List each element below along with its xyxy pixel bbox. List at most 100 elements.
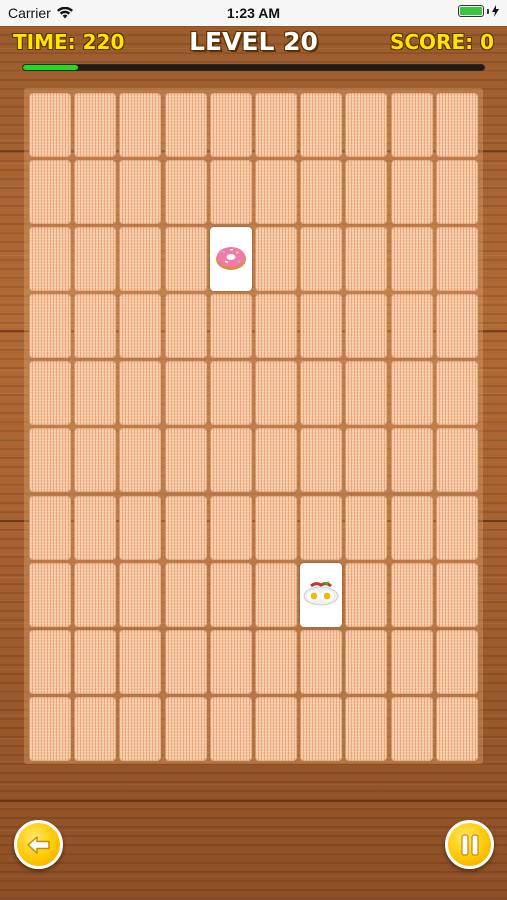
card-face-down[interactable] [164, 361, 207, 426]
card-face-down[interactable] [209, 696, 252, 761]
card-face-down[interactable] [435, 294, 478, 359]
card-face-down[interactable] [435, 160, 478, 225]
revealed-card[interactable] [300, 562, 343, 627]
card-face-down[interactable] [119, 562, 162, 627]
card-face-down[interactable] [254, 629, 297, 694]
card-face-down[interactable] [74, 629, 117, 694]
card-face-down[interactable] [345, 294, 388, 359]
card-face-down[interactable] [164, 93, 207, 157]
card-face-down[interactable] [29, 361, 71, 426]
card-face-down[interactable] [435, 428, 478, 493]
card-face-down[interactable] [29, 227, 71, 292]
pause-button[interactable] [445, 820, 494, 869]
card-face-down[interactable] [390, 562, 433, 627]
card-face-down[interactable] [119, 696, 162, 761]
card-face-down[interactable] [164, 629, 207, 694]
card-face-down[interactable] [29, 629, 71, 694]
card-face-down[interactable] [209, 294, 252, 359]
card-face-down[interactable] [435, 562, 478, 627]
revealed-card[interactable] [209, 227, 252, 292]
card-face-down[interactable] [300, 629, 343, 694]
card-face-down[interactable] [209, 562, 252, 627]
card-face-down[interactable] [390, 361, 433, 426]
card-face-down[interactable] [119, 93, 162, 157]
card-face-down[interactable] [435, 361, 478, 426]
card-face-down[interactable] [119, 361, 162, 426]
card-face-down[interactable] [119, 428, 162, 493]
card-face-down[interactable] [254, 160, 297, 225]
card-face-down[interactable] [164, 294, 207, 359]
card-face-down[interactable] [29, 562, 71, 627]
card-face-down[interactable] [164, 495, 207, 560]
card-face-down[interactable] [345, 361, 388, 426]
card-face-down[interactable] [300, 294, 343, 359]
card-face-down[interactable] [74, 428, 117, 493]
card-face-down[interactable] [74, 495, 117, 560]
card-face-down[interactable] [209, 160, 252, 225]
card-face-down[interactable] [119, 495, 162, 560]
card-face-down[interactable] [254, 227, 297, 292]
card-face-down[interactable] [164, 428, 207, 493]
card-face-down[interactable] [435, 227, 478, 292]
back-button[interactable] [14, 820, 63, 869]
card-face-down[interactable] [345, 227, 388, 292]
card-face-down[interactable] [390, 495, 433, 560]
card-face-down[interactable] [164, 227, 207, 292]
card-face-down[interactable] [119, 160, 162, 225]
card-face-down[interactable] [119, 294, 162, 359]
card-face-down[interactable] [119, 227, 162, 292]
card-face-down[interactable] [435, 495, 478, 560]
card-face-down[interactable] [164, 160, 207, 225]
card-face-down[interactable] [254, 93, 297, 157]
card-face-down[interactable] [209, 361, 252, 426]
card-face-down[interactable] [390, 93, 433, 157]
card-face-down[interactable] [345, 495, 388, 560]
card-face-down[interactable] [345, 629, 388, 694]
card-face-down[interactable] [254, 495, 297, 560]
card-face-down[interactable] [345, 93, 388, 157]
card-face-down[interactable] [300, 361, 343, 426]
card-face-down[interactable] [209, 93, 252, 157]
card-face-down[interactable] [29, 294, 71, 359]
card-face-down[interactable] [390, 428, 433, 493]
card-face-down[interactable] [300, 696, 343, 761]
card-face-down[interactable] [254, 294, 297, 359]
card-face-down[interactable] [254, 361, 297, 426]
card-face-down[interactable] [435, 629, 478, 694]
card-face-down[interactable] [29, 495, 71, 560]
card-face-down[interactable] [435, 93, 478, 157]
card-face-down[interactable] [209, 428, 252, 493]
card-face-down[interactable] [390, 160, 433, 225]
card-face-down[interactable] [29, 93, 71, 157]
card-face-down[interactable] [390, 227, 433, 292]
card-face-down[interactable] [29, 696, 71, 761]
card-face-down[interactable] [164, 696, 207, 761]
card-face-down[interactable] [74, 294, 117, 359]
card-face-down[interactable] [300, 495, 343, 560]
card-face-down[interactable] [74, 227, 117, 292]
card-face-down[interactable] [209, 495, 252, 560]
card-face-down[interactable] [164, 562, 207, 627]
card-face-down[interactable] [300, 93, 343, 157]
card-face-down[interactable] [390, 696, 433, 761]
card-face-down[interactable] [254, 562, 297, 627]
card-face-down[interactable] [345, 428, 388, 493]
card-face-down[interactable] [74, 160, 117, 225]
card-face-down[interactable] [300, 227, 343, 292]
card-face-down[interactable] [390, 629, 433, 694]
card-face-down[interactable] [345, 562, 388, 627]
card-face-down[interactable] [29, 428, 71, 493]
card-face-down[interactable] [300, 160, 343, 225]
card-face-down[interactable] [74, 93, 117, 157]
card-face-down[interactable] [254, 696, 297, 761]
card-face-down[interactable] [390, 294, 433, 359]
card-face-down[interactable] [74, 361, 117, 426]
card-face-down[interactable] [74, 562, 117, 627]
card-face-down[interactable] [74, 696, 117, 761]
card-face-down[interactable] [119, 629, 162, 694]
card-face-down[interactable] [345, 696, 388, 761]
card-face-down[interactable] [300, 428, 343, 493]
card-face-down[interactable] [254, 428, 297, 493]
card-face-down[interactable] [435, 696, 478, 761]
card-face-down[interactable] [345, 160, 388, 225]
